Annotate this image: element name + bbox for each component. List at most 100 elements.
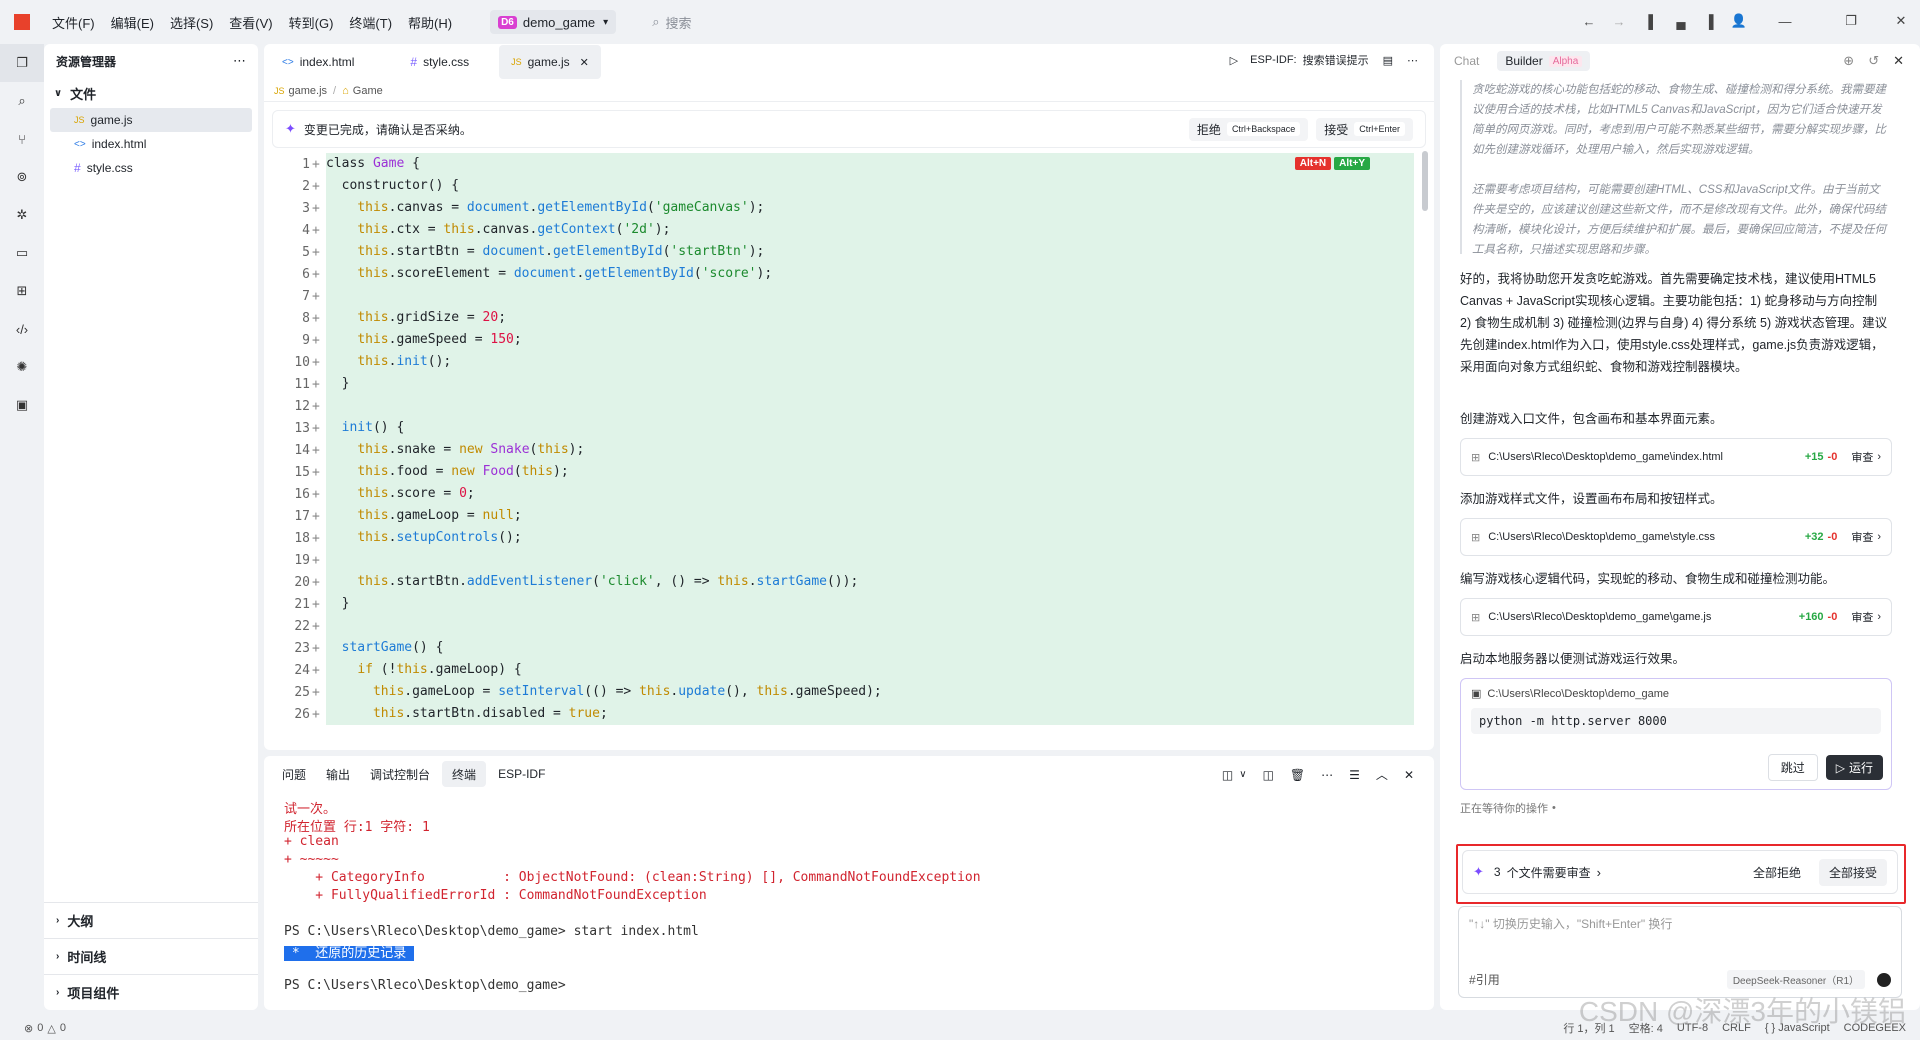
split-terminal-icon[interactable]: ◫ xyxy=(1263,768,1274,782)
code-line[interactable]: 17 + this.gameLoop = null; xyxy=(264,505,1434,527)
device-icon[interactable]: ▣ xyxy=(0,386,44,424)
files-section-header[interactable]: ∨ 文件 xyxy=(44,78,258,108)
timeline-section[interactable]: › 时间线 xyxy=(44,938,258,974)
code-line[interactable]: 10 + this.init(); xyxy=(264,351,1434,373)
tab-chat[interactable]: Chat xyxy=(1454,54,1479,68)
accept-change-button[interactable]: 接受 Ctrl+Enter xyxy=(1316,117,1413,141)
code-line[interactable]: 5 + this.startBtn = document.getElementBy… xyxy=(264,241,1434,263)
chevron-down-icon[interactable]: ∨ xyxy=(1239,769,1246,780)
account-icon[interactable]: 👤 xyxy=(1728,10,1750,32)
extensions-icon[interactable]: ⊞ xyxy=(0,272,44,310)
menu-edit[interactable]: 编辑(E) xyxy=(111,13,154,32)
review-text[interactable]: 个文件需要审查 xyxy=(1507,864,1591,881)
code-line[interactable]: 2 + constructor() { xyxy=(264,175,1434,197)
ai-icon[interactable]: ✺ xyxy=(0,348,44,386)
code-line[interactable]: 23 + startGame() { xyxy=(264,637,1434,659)
code-line[interactable]: 16 + this.score = 0; xyxy=(264,483,1434,505)
review-button[interactable]: 审查 xyxy=(1851,449,1873,465)
menu-file[interactable]: 文件(F) xyxy=(52,13,95,32)
menu-view[interactable]: 查看(V) xyxy=(229,13,272,32)
tab-output[interactable]: 输出 xyxy=(318,761,358,787)
skip-button[interactable]: 跳过 xyxy=(1767,754,1818,781)
workspace-selector[interactable]: D6 demo_game ▾ xyxy=(490,10,617,34)
accept-all-button[interactable]: 全部接受 xyxy=(1818,858,1887,886)
menu-goto[interactable]: 转到(G) xyxy=(289,13,334,32)
code-line[interactable]: 4 + this.ctx = this.canvas.getContext('2d… xyxy=(264,219,1434,241)
reject-all-button[interactable]: 全部拒绝 xyxy=(1753,864,1801,881)
tab-builder[interactable]: Builder Alpha xyxy=(1497,51,1591,71)
file-change-card[interactable]: ⊞ C:\Users\Rleco\Desktop\demo_game\style… xyxy=(1460,518,1892,556)
tab-esp-idf[interactable]: ESP-IDF xyxy=(490,761,553,787)
toggle-secondary-sidebar-icon[interactable]: ▐ xyxy=(1698,10,1720,32)
model-selector[interactable]: DeepSeek-Reasoner（R1） xyxy=(1726,970,1865,989)
more-actions-icon[interactable]: ⋯ xyxy=(1407,54,1418,67)
minimize-icon[interactable]: — xyxy=(1774,10,1796,32)
file-change-card[interactable]: ⊞ C:\Users\Rleco\Desktop\demo_game\index… xyxy=(1460,438,1892,476)
code-line[interactable]: 12 + xyxy=(264,395,1434,417)
chat-input-box[interactable]: "↑↓" 切换历史输入，"Shift+Enter" 换行 #引用 DeepSee… xyxy=(1458,906,1902,998)
warning-icon[interactable]: △ xyxy=(47,1022,55,1035)
warning-count[interactable]: 0 xyxy=(60,1022,66,1034)
terminal-output[interactable]: 试一次。 所在位置 行:1 字符: 1 + clean + ~~~~~ + Categ… xyxy=(264,792,1434,1002)
close-window-icon[interactable]: ✕ xyxy=(1890,10,1912,32)
menu-select[interactable]: 选择(S) xyxy=(170,13,213,32)
accept-all-badge[interactable]: Alt+Y xyxy=(1334,157,1370,170)
code-line[interactable]: 20 + this.startBtn.addEventListener('clic… xyxy=(264,571,1434,593)
tab-index-html[interactable]: <> index.html xyxy=(270,45,366,79)
tab-problems[interactable]: 问题 xyxy=(274,761,314,787)
esp-search-error-button[interactable]: 搜索错误提示 xyxy=(1303,52,1369,68)
tab-terminal[interactable]: 终端 xyxy=(442,761,487,787)
code-line[interactable]: 1 + class Game { xyxy=(264,153,1434,175)
toggle-sidebar-icon[interactable]: ▌ xyxy=(1642,10,1664,32)
code-line[interactable]: 18 + this.setupControls(); xyxy=(264,527,1434,549)
explorer-icon[interactable]: ❐ xyxy=(0,44,44,82)
toggle-panel-icon[interactable]: ▄ xyxy=(1670,10,1692,32)
history-icon[interactable]: ↺ xyxy=(1868,53,1879,69)
code-line[interactable]: 7 + xyxy=(264,285,1434,307)
code-line[interactable]: 24 + if (!this.gameLoop) { xyxy=(264,659,1434,681)
review-button[interactable]: 审查 xyxy=(1851,609,1873,625)
search-input[interactable]: ⌕ 搜索 xyxy=(652,13,691,32)
maximize-panel-icon[interactable]: ︿ xyxy=(1376,766,1388,783)
code-icon[interactable]: ‹/› xyxy=(0,310,44,348)
code-line[interactable]: 22 + xyxy=(264,615,1434,637)
kill-terminal-icon[interactable]: 🗑 xyxy=(1290,768,1305,782)
code-line[interactable]: 21 + } xyxy=(264,593,1434,615)
code-line[interactable]: 3 + this.canvas = document.getElementById… xyxy=(264,197,1434,219)
more-actions-icon[interactable]: ⋯ xyxy=(233,53,246,69)
search-activity-icon[interactable]: ⌕ xyxy=(0,82,44,120)
terminal-layout-icon[interactable]: ◫ xyxy=(1222,768,1233,782)
file-item-game-js[interactable]: JS game.js xyxy=(50,108,252,132)
reject-change-button[interactable]: 拒绝 Ctrl+Backspace xyxy=(1188,117,1309,141)
tab-game-js[interactable]: JS game.js ✕ xyxy=(499,45,601,79)
tab-debug-console[interactable]: 调试控制台 xyxy=(362,761,438,787)
next-change-badge[interactable]: Alt+N xyxy=(1294,157,1332,170)
file-change-card[interactable]: ⊞ C:\Users\Rleco\Desktop\demo_game\game.… xyxy=(1460,598,1892,636)
review-button[interactable]: 审查 xyxy=(1851,529,1873,545)
breadcrumb-file[interactable]: game.js xyxy=(289,85,328,97)
code-line[interactable]: 8 + this.gridSize = 20; xyxy=(264,307,1434,329)
command-text[interactable]: python -m http.server 8000 xyxy=(1471,708,1881,734)
file-item-style-css[interactable]: # style.css xyxy=(44,156,258,180)
code-line[interactable]: 11 + } xyxy=(264,373,1434,395)
code-line[interactable]: 6 + this.scoreElement = document.getEleme… xyxy=(264,263,1434,285)
scrollbar[interactable] xyxy=(1422,151,1428,211)
run-icon[interactable]: ▷ xyxy=(1230,54,1238,67)
monitor-icon[interactable]: ▭ xyxy=(0,234,44,272)
error-count[interactable]: 0 xyxy=(37,1022,43,1034)
menu-help[interactable]: 帮助(H) xyxy=(408,13,452,32)
close-panel-icon[interactable]: ✕ xyxy=(1893,53,1904,69)
components-section[interactable]: › 项目组件 xyxy=(44,974,258,1010)
tab-style-css[interactable]: # style.css xyxy=(398,45,481,79)
forward-arrow-icon[interactable]: → xyxy=(1608,10,1630,32)
code-line[interactable]: 19 + xyxy=(264,549,1434,571)
terminal-menu-icon[interactable]: ☰ xyxy=(1349,768,1360,782)
run-command-button[interactable]: ▷ 运行 xyxy=(1825,755,1883,780)
code-line[interactable]: 13 + init() { xyxy=(264,417,1434,439)
code-line[interactable]: 14 + this.snake = new Snake(this); xyxy=(264,439,1434,461)
stop-icon[interactable] xyxy=(1877,972,1891,987)
code-editor[interactable]: 1 + class Game {2 + constructor() {3 + this.… xyxy=(264,151,1434,750)
code-line[interactable]: 9 + this.gameSpeed = 150; xyxy=(264,329,1434,351)
code-line[interactable]: 25 + this.gameLoop = setInterval(() => th… xyxy=(264,681,1434,703)
source-control-icon[interactable]: ⑂ xyxy=(0,120,44,158)
